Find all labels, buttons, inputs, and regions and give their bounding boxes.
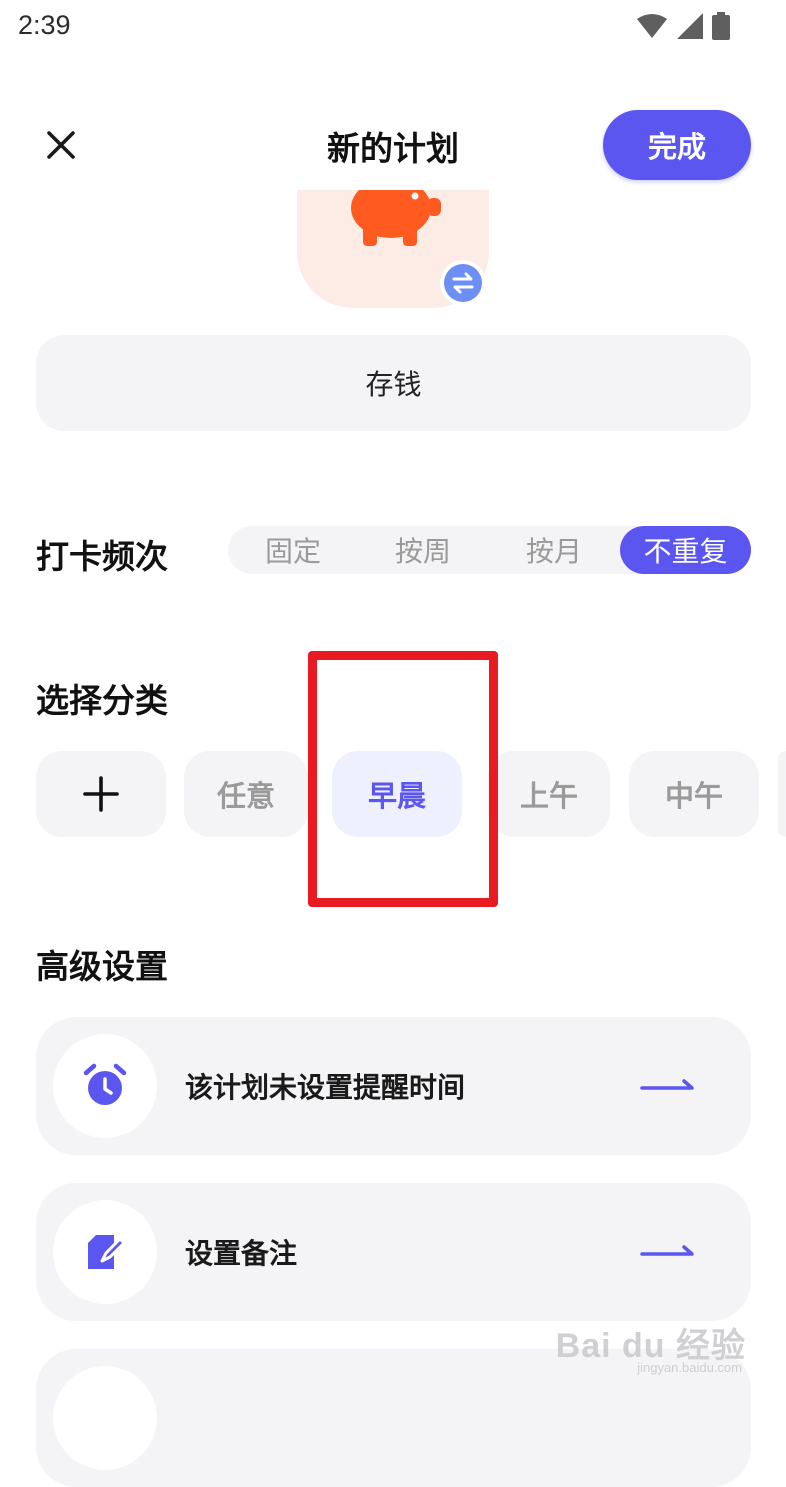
frequency-option-no-repeat[interactable]: 不重复: [620, 526, 751, 574]
reminder-icon-circle: [53, 1034, 157, 1138]
frequency-option-weekly[interactable]: 按周: [358, 526, 488, 574]
done-button[interactable]: 完成: [603, 110, 751, 180]
note-icon-circle: [53, 1200, 157, 1304]
plus-icon: [83, 776, 119, 812]
category-chip-noon[interactable]: 中午: [629, 751, 759, 837]
piggy-bank-icon: [351, 190, 441, 246]
signal-icon: [677, 13, 703, 39]
frequency-segmented-control: 固定 按周 按月 不重复: [228, 526, 751, 574]
arrow-right-icon: [640, 1245, 694, 1256]
frequency-title: 打卡频次: [36, 537, 168, 576]
wifi-icon: [637, 14, 667, 38]
reminder-row[interactable]: 该计划未设置提醒时间: [36, 1017, 751, 1155]
status-time: 2:39: [18, 10, 71, 40]
category-chip-partial[interactable]: [778, 751, 786, 837]
status-icons: [636, 12, 730, 40]
note-row[interactable]: 设置备注: [36, 1183, 751, 1321]
advanced-title: 高级设置: [36, 947, 168, 986]
arrow-right-icon: [640, 1079, 694, 1090]
more-icon-circle: [53, 1366, 157, 1470]
swap-icon-button[interactable]: [440, 260, 486, 306]
frequency-option-monthly[interactable]: 按月: [489, 526, 619, 574]
baidu-watermark-url: jingyan.baidu.com: [637, 1360, 742, 1375]
add-category-button[interactable]: [36, 751, 166, 837]
category-chip-morning[interactable]: 早晨: [332, 751, 462, 837]
plan-name-input[interactable]: 存钱: [36, 335, 751, 431]
swap-icon: [452, 272, 474, 294]
battery-icon: [712, 12, 730, 40]
note-label: 设置备注: [185, 1237, 298, 1270]
category-chip-forenoon[interactable]: 上午: [488, 751, 610, 837]
edit-note-icon: [88, 1235, 126, 1269]
category-chip-any[interactable]: 任意: [184, 751, 308, 837]
alarm-clock-icon: [83, 1063, 127, 1105]
close-icon: [47, 131, 75, 159]
category-title: 选择分类: [36, 681, 168, 720]
frequency-option-fixed[interactable]: 固定: [228, 526, 358, 574]
reminder-label: 该计划未设置提醒时间: [185, 1071, 466, 1104]
close-button[interactable]: [38, 122, 84, 168]
